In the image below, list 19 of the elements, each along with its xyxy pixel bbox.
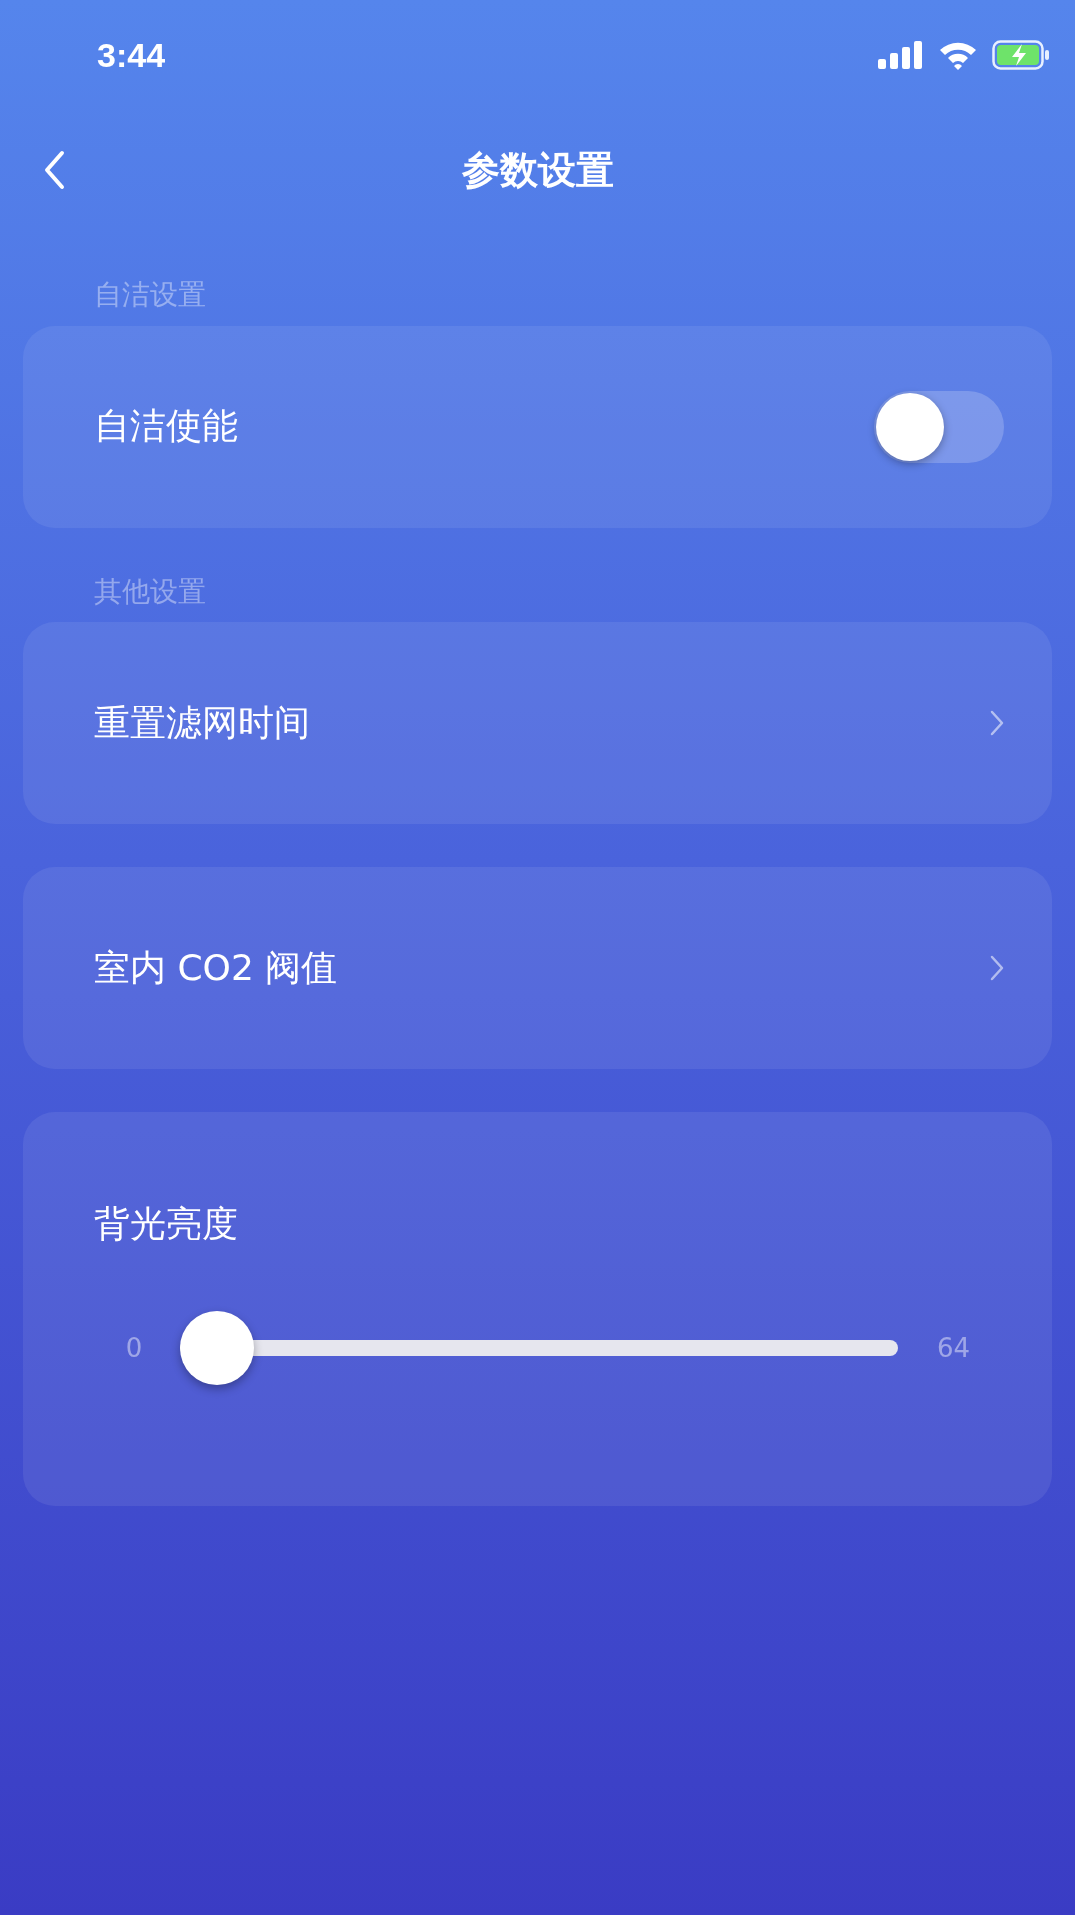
slider-thumb[interactable] xyxy=(180,1311,254,1386)
slider-min-label: 0 xyxy=(124,1333,144,1364)
chevron-right-icon xyxy=(990,710,1004,737)
setting-label: 自洁使能 xyxy=(94,404,238,449)
battery-charging-icon xyxy=(992,40,1050,70)
slider[interactable] xyxy=(180,1311,898,1386)
page-title: 参数设置 xyxy=(461,146,614,194)
settings-row[interactable]: 重置滤网时间 xyxy=(23,622,1052,825)
status-time: 3:44 xyxy=(97,35,166,75)
chevron-right-icon xyxy=(990,955,1004,982)
settings-row[interactable]: 室内 CO2 阀值 xyxy=(23,867,1052,1070)
setting-label: 背光亮度 xyxy=(94,1202,239,1247)
section-header: 自洁设置 xyxy=(93,277,207,313)
wifi-icon xyxy=(938,40,978,70)
toggle-switch[interactable] xyxy=(874,390,1004,463)
back-button[interactable] xyxy=(43,150,65,190)
section-header: 其他设置 xyxy=(93,573,207,610)
signal-icon xyxy=(878,41,924,69)
slider-max-label: 64 xyxy=(935,1333,972,1364)
